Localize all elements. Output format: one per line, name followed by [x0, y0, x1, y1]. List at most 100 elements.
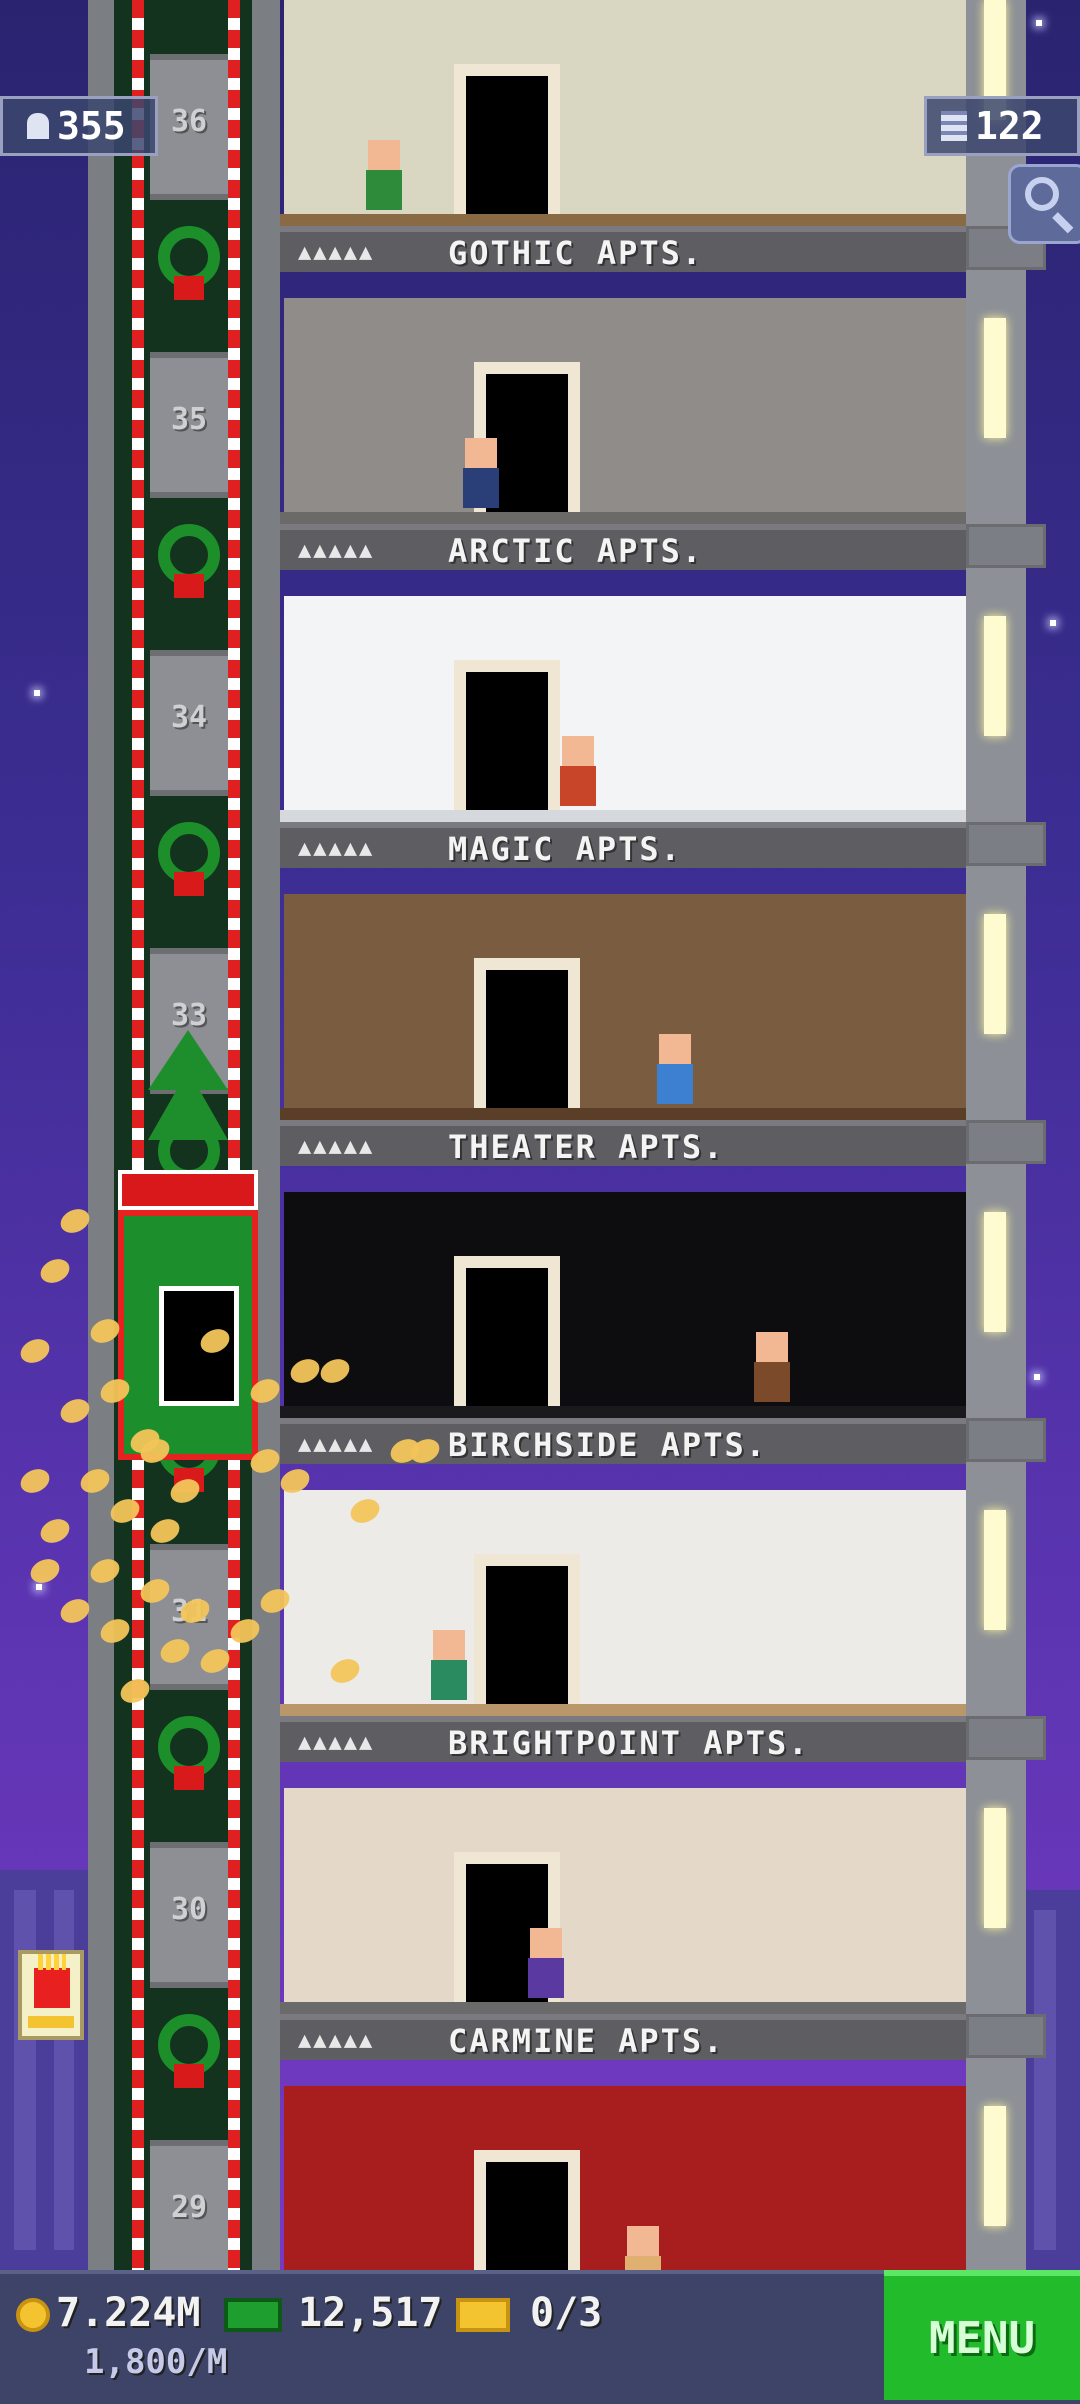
- wall-light: [984, 1212, 1006, 1332]
- bow-icon: [174, 2064, 204, 2088]
- wall-cap: [966, 524, 1046, 568]
- apartment-door: [454, 660, 560, 810]
- bitizen-avatar[interactable]: [655, 1034, 695, 1104]
- magnifier-icon: [1025, 177, 1059, 211]
- bow-icon: [174, 1766, 204, 1790]
- coin-icon: [16, 2298, 50, 2332]
- floor-name-label: THEATER APTS.: [448, 1128, 725, 1166]
- star-icon: [1050, 620, 1056, 626]
- tower-floor[interactable]: ▲▲▲▲▲ GOTHIC APTS.: [280, 0, 966, 298]
- star-icon: [1036, 20, 1042, 26]
- elevator-floor-number: 36: [170, 104, 208, 139]
- floor-name-label: GOTHIC APTS.: [448, 234, 704, 272]
- floor-room[interactable]: [284, 298, 966, 512]
- elevator-body: [118, 1210, 258, 1460]
- wall-light: [984, 616, 1006, 736]
- floor-room[interactable]: [284, 596, 966, 810]
- elevator-floor-number: 35: [170, 402, 208, 437]
- bitizen-head: [433, 1630, 465, 1660]
- wall-light: [984, 914, 1006, 1034]
- background-building: [1020, 1890, 1080, 2270]
- apartment-door: [454, 1256, 560, 1406]
- bitizen-head: [530, 1928, 562, 1958]
- floor-counter[interactable]: 122: [924, 96, 1080, 156]
- bitizen-head: [368, 140, 400, 170]
- tower-floor[interactable]: ▲▲▲▲▲ CARMINE APTS.: [280, 1788, 966, 2086]
- elevator-roof: [118, 1170, 258, 1210]
- floor-stars: ▲▲▲▲▲: [298, 1432, 375, 1457]
- population-value: 355: [57, 104, 126, 148]
- building-icon: [941, 111, 967, 141]
- floor-room[interactable]: [284, 894, 966, 1108]
- wall-light: [984, 2106, 1006, 2226]
- tower-floor[interactable]: ▲▲▲▲▲ THEATER APTS.: [280, 894, 966, 1192]
- bitizen-head: [659, 1034, 691, 1064]
- wall-light: [984, 1808, 1006, 1928]
- tower-floor[interactable]: ▲▲▲▲▲ ARCTIC APTS.: [280, 298, 966, 596]
- coin-icon: [36, 1514, 74, 1548]
- person-icon: [27, 113, 49, 139]
- apartment-door: [474, 958, 580, 1108]
- floor-name-sign: ▲▲▲▲▲ CARMINE APTS.: [280, 2014, 966, 2060]
- floor-room[interactable]: [284, 1192, 966, 1406]
- fries-event-button[interactable]: [18, 1950, 84, 2040]
- event-progress-bar: [28, 2016, 74, 2028]
- bitizen-body: [463, 468, 499, 508]
- elevator-floor-number: 30: [170, 1892, 208, 1927]
- magnifier-handle: [1052, 212, 1074, 234]
- apartment-door: [474, 1554, 580, 1704]
- floor-name-sign: ▲▲▲▲▲ BIRCHSIDE APTS.: [280, 1418, 966, 1464]
- elevator-door: [159, 1286, 239, 1406]
- menu-button[interactable]: MENU: [884, 2270, 1080, 2400]
- elevator-floor-number: 34: [170, 700, 208, 735]
- coin-icon: [36, 1254, 74, 1288]
- coin-icon: [16, 1464, 54, 1498]
- tower-bux-icon: [224, 2298, 282, 2332]
- tickets-value: 0/3: [530, 2290, 603, 2336]
- floor-name-label: MAGIC APTS.: [448, 830, 682, 868]
- floor-stars: ▲▲▲▲▲: [298, 1730, 375, 1755]
- coins-rate: 1,800/M: [84, 2342, 228, 2382]
- floor-name-sign: ▲▲▲▲▲ BRIGHTPOINT APTS.: [280, 1716, 966, 1762]
- bitizen-body: [528, 1958, 564, 1998]
- floor-name-label: BRIGHTPOINT APTS.: [448, 1724, 810, 1762]
- coin-icon: [16, 1334, 54, 1368]
- bitizen-avatar[interactable]: [364, 140, 404, 210]
- floor-stars: ▲▲▲▲▲: [298, 240, 375, 265]
- search-button[interactable]: [1008, 164, 1080, 244]
- floor-count-value: 122: [975, 104, 1044, 148]
- bitizen-body: [657, 1064, 693, 1104]
- floor-room[interactable]: [284, 1490, 966, 1704]
- floor-name-sign: ▲▲▲▲▲ THEATER APTS.: [280, 1120, 966, 1166]
- floor-name-sign: ▲▲▲▲▲ ARCTIC APTS.: [280, 524, 966, 570]
- tower-floor[interactable]: ▲▲▲▲▲ BIRCHSIDE APTS.: [280, 1192, 966, 1490]
- bitizen-head: [756, 1332, 788, 1362]
- tower-floor[interactable]: ▲▲▲▲▲ MAGIC APTS.: [280, 596, 966, 894]
- coin-icon: [26, 1554, 64, 1588]
- elevator-floor-number: 29: [170, 2190, 208, 2225]
- bitizen-avatar[interactable]: [461, 438, 501, 508]
- bitizen-head: [465, 438, 497, 468]
- floor-room[interactable]: [284, 1788, 966, 2002]
- bux-value: 12,517: [298, 2290, 443, 2336]
- menu-label: MENU: [929, 2312, 1035, 2364]
- bitizen-head: [627, 2226, 659, 2256]
- bitizen-avatar[interactable]: [752, 1332, 792, 1402]
- wall-cap: [966, 822, 1046, 866]
- bow-icon: [174, 276, 204, 300]
- population-counter[interactable]: 355: [0, 96, 158, 156]
- bitizen-avatar[interactable]: [558, 736, 598, 806]
- bitizen-avatar[interactable]: [526, 1928, 566, 1998]
- bitizen-avatar[interactable]: [429, 1630, 469, 1700]
- floor-room[interactable]: [284, 0, 966, 214]
- background-building: [0, 1870, 88, 2270]
- bow-icon: [174, 872, 204, 896]
- floor-name-label: ARCTIC APTS.: [448, 532, 704, 570]
- bow-icon: [174, 574, 204, 598]
- fries-icon: [34, 1954, 70, 2008]
- bitizen-body: [366, 170, 402, 210]
- floor-stars: ▲▲▲▲▲: [298, 1134, 375, 1159]
- tower-floor[interactable]: ▲▲▲▲▲ BRIGHTPOINT APTS.: [280, 1490, 966, 1788]
- wall-light: [984, 1510, 1006, 1630]
- apartment-door: [454, 64, 560, 214]
